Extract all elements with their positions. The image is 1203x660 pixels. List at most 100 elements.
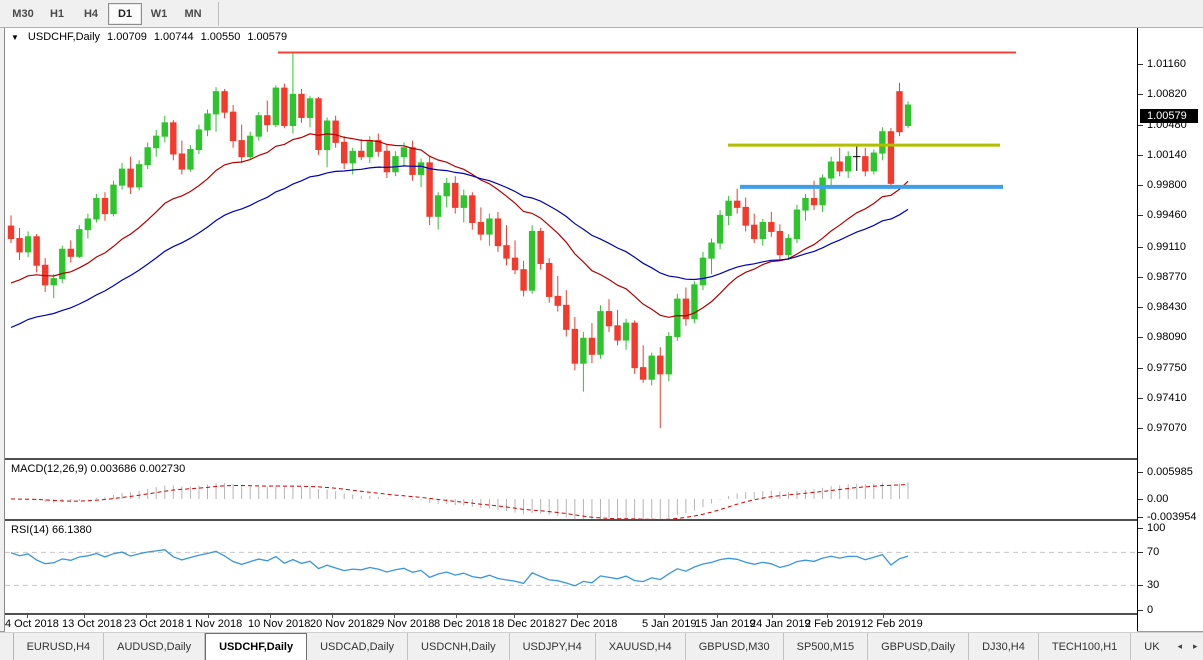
time-axis-label: 24 Jan 2019 [750,618,811,630]
candle [298,88,305,123]
candle [699,251,707,291]
candle [631,320,638,374]
price-tick-label: 1.00820 [1147,88,1187,101]
rsi-tick-label: 0 [1147,604,1154,617]
price-tick-label: 1.01160 [1147,58,1186,71]
candle [853,144,861,171]
candle [306,96,314,128]
time-axis-label: 15 Jan 2019 [695,618,756,630]
candle [802,194,809,221]
tab-xauusd-h4[interactable]: XAUUSD,H4 [596,633,686,660]
candle [383,145,391,179]
candle [358,138,365,161]
tab-usdchf-daily[interactable]: USDCHF,Daily [205,633,308,660]
candle [648,352,655,386]
price-axis[interactable]: 1.00579 1.01160 1.00820 1.00480 1.00140 0.99… [1138,28,1202,631]
candle [571,316,579,371]
tab-eurusd-h4[interactable]: EURUSD,H4 [14,633,105,660]
tabs-scroll-right-icon[interactable]: ▸ [1188,633,1203,660]
price-tick-label: 0.97750 [1147,361,1187,374]
tab-sp500-m15[interactable]: SP500,M15 [784,633,869,660]
candle [178,140,186,175]
price-tick-label: 0.99800 [1147,179,1187,192]
candle [836,147,843,177]
candle [409,140,416,181]
candle [170,120,177,161]
macd-pane[interactable]: MACD(12,26,9) 0.003686 0.002730 [5,460,1137,519]
tab-dj30-h4[interactable]: DJ30,H4 [969,633,1039,660]
price-pane[interactable]: ▼ USDCHF,Daily 1.00709 1.00744 1.00550 1.0057… [5,28,1137,458]
time-axis-label: 1 Nov 2018 [186,618,243,630]
candle [101,192,109,221]
time-axis-label: 10 Nov 2018 [248,618,311,630]
rsi-plot[interactable] [5,521,1137,613]
price-tick-label: 0.99460 [1147,209,1187,222]
candle [127,156,134,195]
price-tick-dash [1138,215,1143,217]
candle [657,347,664,429]
rsi-tick-label: 70 [1147,546,1160,559]
candle [187,145,194,172]
candle [281,83,288,129]
time-axis-label: 2 Feb 2019 [805,618,861,630]
macd-tick-label: 0.00 [1147,493,1169,506]
price-tick-label: 0.97410 [1147,391,1187,404]
candle [793,204,801,243]
time-axis[interactable]: 4 Oct 2018 13 Oct 2018 23 Oct 2018 1 Nov 20… [5,613,1137,632]
candle [161,115,168,143]
candle [503,225,510,266]
candle [708,238,715,275]
candle [135,160,143,191]
macd-tick-dash [1138,499,1143,501]
timeframe-h4[interactable]: H4 [74,3,108,25]
price-tick-dash [1138,94,1143,96]
timeframe-m30[interactable]: M30 [6,3,40,25]
candle [24,231,32,258]
candle [733,188,741,214]
candle [742,197,749,232]
candle [392,151,399,177]
price-tick-label: 0.97070 [1147,422,1187,435]
candle [674,293,681,341]
candle [33,234,40,273]
tab-audusd-daily[interactable]: AUDUSD,Daily [104,633,206,660]
timeframe-w1[interactable]: W1 [142,3,176,25]
candle [546,258,553,303]
time-axis-label: 13 Oct 2018 [62,618,122,630]
tab-tech100-h1[interactable]: TECH100,H1 [1039,633,1132,660]
candle [247,131,254,161]
tabs-scroll-left-icon[interactable]: ◂ [1172,633,1187,660]
tab-gbpusd-daily[interactable]: GBPUSD,Daily [868,633,970,660]
price-tick-dash [1138,246,1143,248]
timeframe-mn[interactable]: MN [176,3,210,25]
time-axis-label: 23 Oct 2018 [124,618,184,630]
candle [118,162,126,190]
candle [520,260,527,297]
collapse-arrow-icon[interactable]: ▼ [11,33,19,42]
candle [264,100,271,132]
rsi-pane[interactable]: RSI(14) 66.1380 [5,521,1137,613]
candle [93,194,100,223]
timeframe-d1[interactable]: D1 [108,2,142,25]
candle [597,305,604,359]
candle [785,234,792,260]
candle [494,211,502,252]
time-axis-label: 27 Dec 2018 [555,618,618,630]
symbol-period-label: USDCHF,Daily [27,31,101,43]
tab-usdcnh-daily[interactable]: USDCNH,Daily [408,633,510,660]
candle [554,275,561,312]
tab-usdcad-daily[interactable]: USDCAD,Daily [307,633,409,660]
plot-column: ▼ USDCHF,Daily 1.00709 1.00744 1.00550 1.0057… [5,28,1138,632]
tab-gbpusd-m30[interactable]: GBPUSD,M30 [686,633,784,660]
candle [827,156,835,186]
tab-usdjpy-h4[interactable]: USDJPY,H4 [510,633,596,660]
candle [443,178,450,208]
candle [323,117,331,168]
time-axis-label: 29 Nov 2018 [372,618,435,630]
price-tick-label: 0.98770 [1147,270,1187,283]
timeframe-h1[interactable]: H1 [40,3,74,25]
candle [819,174,826,212]
candlestick-plot[interactable] [5,28,1137,458]
tab-uk[interactable]: UK [1131,633,1172,660]
candle [289,52,297,134]
